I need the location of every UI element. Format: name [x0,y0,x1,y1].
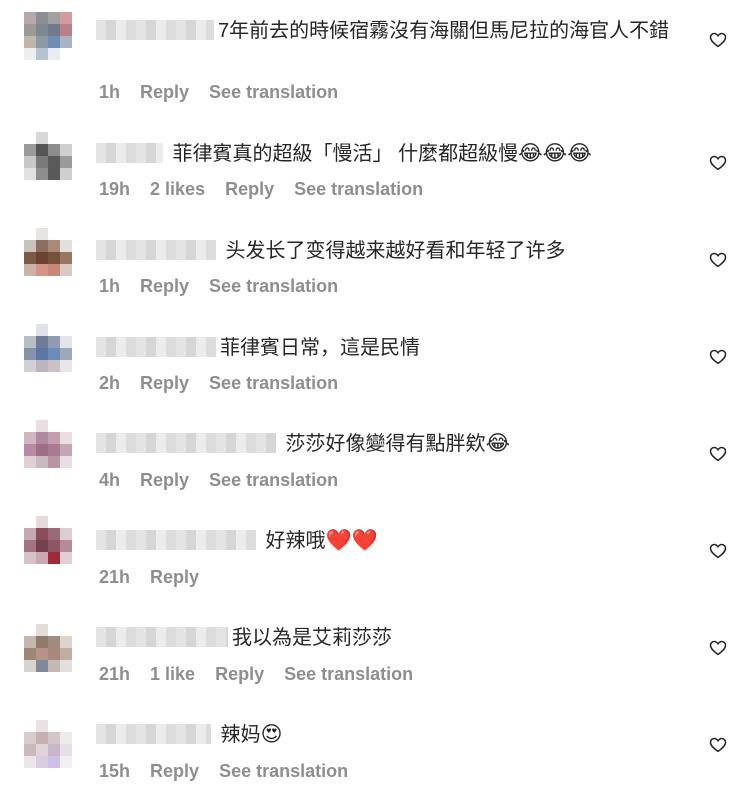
avatar[interactable] [24,324,72,384]
comment-text: 我以為是艾莉莎莎 [232,627,392,649]
avatar[interactable] [24,624,72,684]
avatar[interactable] [24,420,72,480]
comment-timestamp: 21h [99,567,131,587]
comment-meta: 2h Reply See translation [99,373,358,394]
username[interactable] [96,432,276,453]
username[interactable] [96,626,228,647]
comment-meta: 1h Reply See translation [99,82,358,103]
username[interactable] [96,529,256,550]
comment-timestamp: 21h [99,664,131,684]
see-translation-button[interactable]: See translation [284,664,413,684]
see-translation-button[interactable]: See translation [209,373,338,393]
reply-button[interactable]: Reply [140,82,189,102]
heart-icon[interactable] [709,348,727,366]
comment-text: 菲律賓真的超級「慢活」 什麼都超級慢 [167,143,519,165]
comment-body: 莎莎好像變得有點胖欸😂 [96,431,686,457]
comment-body: 头发长了变得越来越好看和年轻了许多 [96,238,686,264]
comment-emoji: ❤️❤️ [325,529,378,552]
heart-icon[interactable] [709,31,727,49]
comment-body: 7年前去的時候宿霧沒有海關但馬尼拉的海官人不錯 [96,18,686,44]
comment-text: 菲律賓日常，這是民情 [220,337,420,359]
comment-body: 我以為是艾莉莎莎 [96,625,686,651]
see-translation-button[interactable]: See translation [209,470,338,490]
comment-body: 菲律賓日常，這是民情 [96,335,686,361]
heart-icon[interactable] [709,736,727,754]
see-translation-button[interactable]: See translation [209,82,338,102]
comment-meta: 15h Reply See translation [99,761,368,782]
comment-emoji: 😍 [260,723,283,746]
comment-meta: 21h 1 like Reply See translation [99,664,433,685]
comment-timestamp: 15h [99,761,131,781]
comment-text: 7年前去的時候宿霧沒有海關但馬尼拉的海官人不錯 [218,20,670,42]
likes-count[interactable]: 1 like [150,664,195,684]
comment-meta: 1h Reply See translation [99,276,358,297]
reply-button[interactable]: Reply [140,470,189,490]
avatar[interactable] [24,228,72,288]
comment-text: 莎莎好像變得有點胖欸 [280,433,486,455]
reply-button[interactable]: Reply [140,373,189,393]
avatar[interactable] [24,12,72,72]
heart-icon[interactable] [709,639,727,657]
comment-timestamp: 4h [99,470,121,490]
see-translation-button[interactable]: See translation [219,761,348,781]
username[interactable] [96,142,163,163]
heart-icon[interactable] [709,251,727,269]
reply-button[interactable]: Reply [225,179,274,199]
see-translation-button[interactable]: See translation [209,276,338,296]
reply-button[interactable]: Reply [215,664,264,684]
avatar[interactable] [24,720,72,780]
comment-body: 好辣哦❤️❤️ [96,528,686,554]
likes-count[interactable]: 2 likes [150,179,205,199]
comment-body: 菲律賓真的超級「慢活」 什麼都超級慢😂😂😂 [96,141,686,167]
username[interactable] [96,723,211,744]
reply-button[interactable]: Reply [140,276,189,296]
comment-timestamp: 1h [99,276,121,296]
username[interactable] [96,239,216,260]
comment-text: 好辣哦 [260,530,326,552]
username[interactable] [96,336,216,357]
heart-icon[interactable] [709,154,727,172]
comment-timestamp: 19h [99,179,131,199]
avatar[interactable] [24,516,72,576]
comment-meta: 21h Reply [99,567,219,588]
comment-timestamp: 2h [99,373,121,393]
comment-meta: 19h 2 likes Reply See translation [99,179,443,200]
reply-button[interactable]: Reply [150,761,199,781]
comment-text: 头发长了变得越来越好看和年轻了许多 [220,240,566,262]
comment-meta: 4h Reply See translation [99,470,358,491]
comment-body: 辣妈😍 [96,722,686,748]
comment-text: 辣妈 [215,724,261,746]
avatar[interactable] [24,132,72,192]
username[interactable] [96,19,214,40]
reply-button[interactable]: Reply [150,567,199,587]
see-translation-button[interactable]: See translation [294,179,423,199]
heart-icon[interactable] [709,445,727,463]
comment-emoji: 😂😂😂 [518,142,592,165]
comment-timestamp: 1h [99,82,121,102]
comment-emoji: 😂 [485,432,511,455]
heart-icon[interactable] [709,542,727,560]
